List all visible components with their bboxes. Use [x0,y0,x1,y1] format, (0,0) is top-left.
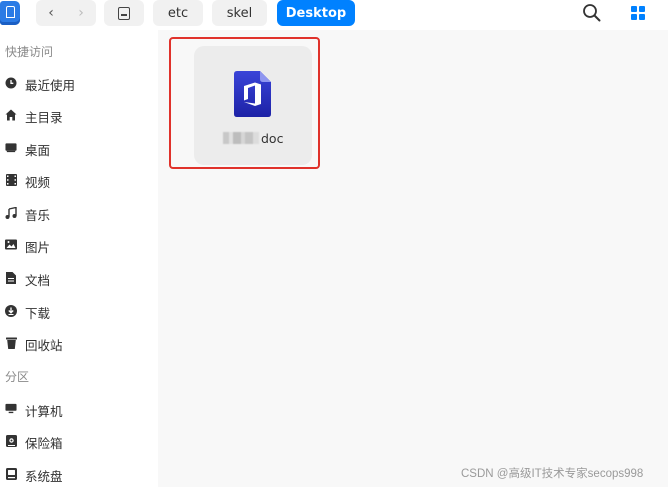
highlight-box [169,37,320,169]
breadcrumb-etc[interactable]: etc [153,0,203,26]
sidebar-item-label: 音乐 [25,208,51,223]
sidebar-item-label: 计算机 [25,404,63,419]
sidebar-item-home[interactable]: 主目录 [0,102,158,128]
home-icon [5,108,17,121]
sidebar-item-label: 文档 [25,273,51,288]
sidebar-item-label: 系统盘 [25,469,63,484]
sidebar-item-trash[interactable]: 回收站 [0,330,158,356]
clock-icon [5,76,17,89]
sidebar: 快捷访问 最近使用 主目录 桌面 视频 音乐 图片 文档 下载 回收站 分区 计… [0,30,158,487]
breadcrumb-skel[interactable]: skel [212,0,267,26]
title-toolbar: ‹ › etc skel Desktop [0,0,668,30]
sidebar-item-downloads[interactable]: 下载 [0,298,158,324]
sidebar-item-videos[interactable]: 视频 [0,167,158,193]
section-header-quick-access: 快捷访问 [5,45,54,59]
sidebar-item-desktop[interactable]: 桌面 [0,135,158,161]
sidebar-item-system-disk[interactable]: 系统盘 [0,461,158,487]
chevron-left-icon: ‹ [48,5,54,21]
sidebar-item-documents[interactable]: 文档 [0,265,158,291]
sidebar-item-vault[interactable]: 保险箱 [0,428,158,454]
computer-icon [5,402,17,415]
sidebar-item-label: 主目录 [25,110,63,125]
sidebar-item-recent[interactable]: 最近使用 [0,70,158,96]
sidebar-item-label: 保险箱 [25,436,63,451]
section-header-partitions: 分区 [5,370,30,384]
grid-view-icon [631,6,645,20]
chevron-right-icon: › [78,5,84,21]
sidebar-item-label: 下载 [25,306,51,321]
sidebar-item-label: 视频 [25,175,51,190]
sidebar-item-label: 最近使用 [25,78,76,93]
sidebar-item-music[interactable]: 音乐 [0,200,158,226]
video-icon [5,173,17,186]
breadcrumb-root-disk[interactable] [104,0,144,26]
forward-button[interactable]: › [66,0,96,26]
sidebar-item-label: 回收站 [25,338,63,353]
system-disk-icon [5,467,17,480]
vault-icon [5,434,17,447]
download-icon [5,304,17,317]
back-button[interactable]: ‹ [36,0,66,26]
file-manager-app-icon[interactable] [0,1,20,25]
breadcrumb-desktop[interactable]: Desktop [277,0,355,26]
search-icon [583,4,601,22]
watermark: CSDN @高级IT技术专家secops998 [461,468,644,480]
desktop-icon [5,141,17,154]
sidebar-item-label: 图片 [25,240,51,255]
trash-icon [5,336,17,349]
grid-view-button[interactable] [627,2,649,24]
music-icon [5,206,17,219]
disk-icon [118,6,130,20]
search-button[interactable] [580,2,604,24]
picture-icon [5,238,17,251]
sidebar-item-pictures[interactable]: 图片 [0,232,158,258]
sidebar-item-label: 桌面 [25,143,51,158]
sidebar-item-computer[interactable]: 计算机 [0,396,158,422]
document-icon [5,271,17,284]
